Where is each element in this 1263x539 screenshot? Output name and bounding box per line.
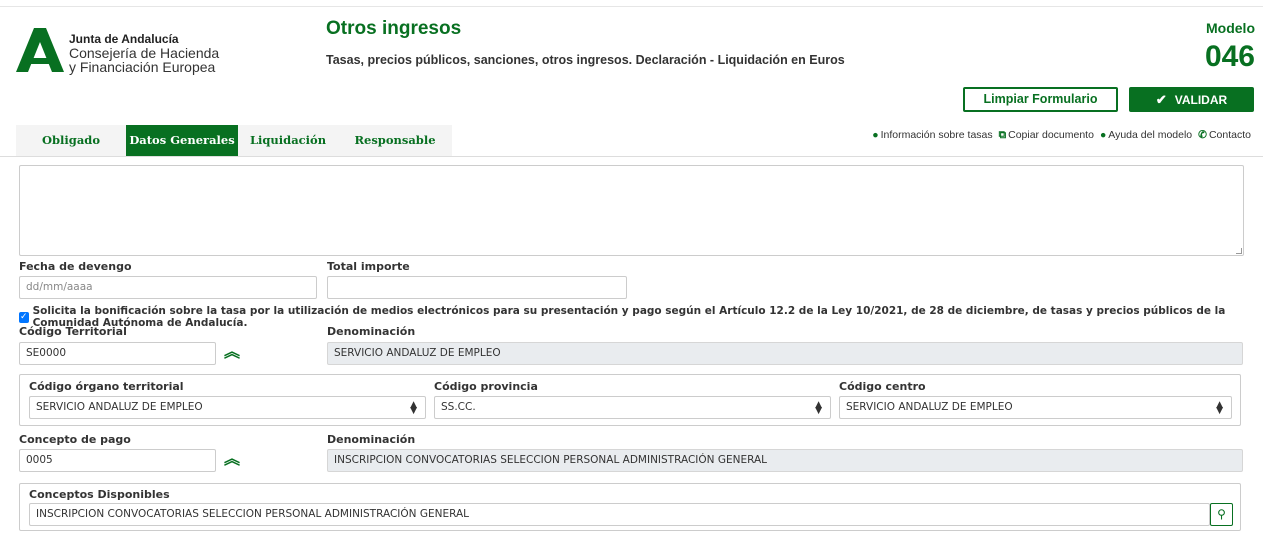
denominacion-concepto-label: Denominación [327, 433, 416, 446]
org-line-1: Junta de Andalucía [69, 32, 179, 46]
codigo-territorial-label: Código Territorial [19, 325, 127, 338]
resize-grip-icon[interactable] [1236, 248, 1242, 254]
page-subtitle: Tasas, precios públicos, sanciones, otro… [326, 53, 845, 67]
sort-arrows-icon: ▲ ▼ [1216, 400, 1223, 416]
copy-link-label: Copiar documento [1008, 129, 1094, 141]
copy-link[interactable]: ⧉ Copiar documento [999, 129, 1094, 142]
denominacion-territorial-field: SERVICIO ANDALUZ DE EMPLEO [327, 342, 1243, 365]
bonificacion-label: Solicita la bonificación sobre la tasa p… [32, 305, 1226, 329]
org-line-3: y Financiación Europea [69, 59, 216, 75]
denominacion-label: Denominación [327, 325, 416, 338]
help-link[interactable]: ● Ayuda del modelo [1100, 129, 1192, 142]
sort-arrows-icon: ▲ ▼ [815, 400, 822, 416]
help-icon: ● [1099, 129, 1107, 141]
copy-icon: ⧉ [998, 129, 1007, 141]
concepto-input[interactable]: 0005 [19, 449, 216, 472]
contact-link[interactable]: ✆ Contacto [1198, 129, 1251, 142]
provincia-select-value: SS.CC. [441, 401, 476, 413]
modelo-number: 046 [1204, 40, 1255, 73]
search-icon[interactable]: ⚲ [1210, 503, 1233, 526]
help-links: ● Información sobre tasas ⧉ Copiar documen… [872, 129, 1251, 142]
provincia-label: Código provincia [434, 380, 538, 393]
chevron-up-icon[interactable]: ︽ [224, 345, 240, 361]
sort-arrows-icon: ▲ ▼ [410, 400, 417, 416]
tab-obligado[interactable]: Obligado [16, 125, 126, 156]
concepto-label: Concepto de pago [19, 433, 131, 446]
tab-bar: Obligado Datos Generales Liquidación Res… [16, 125, 452, 156]
bonificacion-checkbox-row[interactable]: ✓ Solicita la bonificación sobre la tasa… [19, 305, 1263, 329]
info-link-label: Información sobre tasas [880, 129, 993, 141]
help-link-label: Ayuda del modelo [1108, 129, 1193, 141]
top-divider [0, 6, 1263, 7]
validate-label: VALIDAR [1174, 93, 1228, 107]
info-link[interactable]: ● Información sobre tasas [872, 129, 992, 142]
conceptos-label: Conceptos Disponibles [29, 488, 170, 501]
fecha-devengo-label: Fecha de devengo [19, 260, 132, 273]
denominacion-concepto-field: INSCRIPCION CONVOCATORIAS SELECCION PERS… [327, 449, 1243, 472]
org-line-2: Consejería de Hacienda [69, 45, 220, 61]
modelo-label: Modelo [1206, 20, 1255, 36]
centro-select-value: SERVICIO ANDALUZ DE EMPLEO [846, 401, 1013, 413]
organo-select[interactable]: SERVICIO ANDALUZ DE EMPLEO ▲ ▼ [29, 396, 426, 419]
tab-responsable[interactable]: Responsable [338, 125, 452, 156]
organo-label: Código órgano territorial [29, 380, 184, 393]
description-textarea[interactable] [19, 165, 1244, 256]
check-icon: ✔ [1155, 92, 1167, 107]
tab-liquidacion[interactable]: Liquidación [238, 125, 338, 156]
fecha-devengo-input[interactable]: dd/mm/aaaa [19, 276, 317, 299]
provincia-select[interactable]: SS.CC. ▲ ▼ [434, 396, 831, 419]
validate-button[interactable]: ✔ VALIDAR [1129, 87, 1254, 112]
centro-label: Código centro [839, 380, 926, 393]
clear-form-button[interactable]: Limpiar Formulario [963, 87, 1118, 112]
info-icon: ● [872, 129, 879, 141]
conceptos-input[interactable]: INSCRIPCION CONVOCATORIAS SELECCION PERS… [29, 503, 1210, 526]
organization-name: Junta de Andalucía Consejería de Haciend… [69, 32, 219, 74]
centro-select[interactable]: SERVICIO ANDALUZ DE EMPLEO ▲ ▼ [839, 396, 1232, 419]
bonificacion-checkbox[interactable]: ✓ [19, 311, 29, 323]
phone-icon: ✆ [1198, 129, 1207, 141]
contact-link-label: Contacto [1208, 129, 1251, 141]
tab-datos-generales[interactable]: Datos Generales [126, 125, 238, 156]
codigo-territorial-input[interactable]: SE0000 [19, 342, 216, 365]
page-title: Otros ingresos [326, 18, 462, 39]
total-importe-label: Total importe [327, 260, 410, 273]
chevron-up-icon[interactable]: ︽ [224, 452, 240, 468]
organo-select-value: SERVICIO ANDALUZ DE EMPLEO [36, 401, 203, 413]
junta-andalucia-logo [16, 28, 64, 72]
total-importe-input[interactable] [327, 276, 627, 299]
